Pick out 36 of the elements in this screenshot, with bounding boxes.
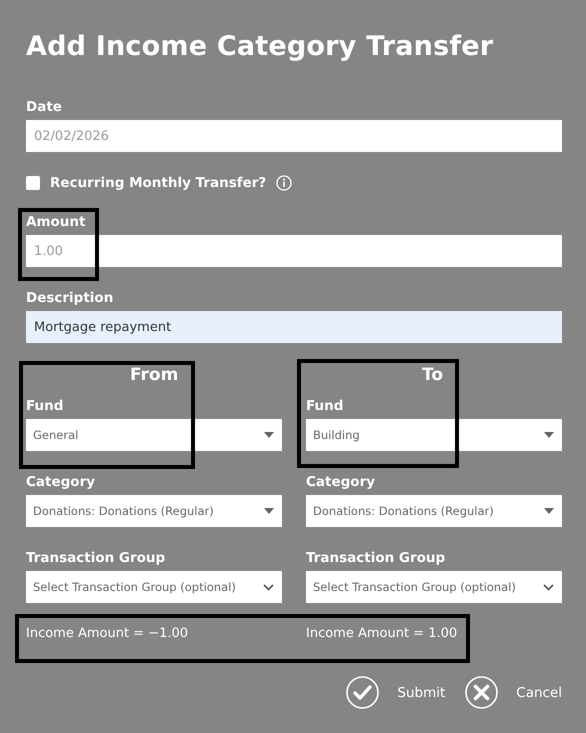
caret-icon [264,508,274,514]
field-label: Transaction Group [306,549,446,567]
date-field[interactable]: 02/02/2026 [26,120,562,152]
transaction-group-select[interactable]: Select Transaction Group (optional) [306,571,562,603]
info-icon[interactable] [276,175,292,191]
field-label: Amount [26,213,86,231]
field-label: Transaction Group [26,549,166,567]
column-heading: From [129,364,178,387]
category-select[interactable]: Donations: Donations (Regular) [306,495,562,527]
caret-icon [264,432,274,438]
transaction-group-select[interactable]: Select Transaction Group (optional) [26,571,282,603]
field-label: Date [26,98,62,116]
close-icon [465,676,498,709]
field-label: Category [306,473,376,491]
cancel-button[interactable]: Cancel [465,676,562,709]
checkbox[interactable] [26,176,40,190]
field-label: Fund [26,397,64,415]
chevron-icon [263,584,274,590]
income-amount: Income Amount = −1.00 [26,626,188,642]
category-select[interactable]: Donations: Donations (Regular) [26,495,282,527]
fund-select[interactable]: Building [306,419,562,451]
field-label: Fund [306,397,344,415]
income-amount: Income Amount = 1.00 [306,626,458,642]
chevron-icon [543,584,554,590]
checkbox-label: Recurring Monthly Transfer? [50,175,266,191]
checkmark-icon [346,676,380,709]
amount-field[interactable]: 1.00 [26,235,562,267]
field-label: Description [26,289,114,307]
field-label: Category [26,473,96,491]
caret-icon [544,508,554,514]
dialog-title: Add Income Category Transfer [26,30,494,64]
description-field[interactable]: Mortgage repayment [26,311,562,343]
fund-select[interactable]: General [26,419,282,451]
submit-button[interactable]: Submit [346,676,446,709]
column-heading: To [421,364,444,387]
caret-icon [544,432,554,438]
